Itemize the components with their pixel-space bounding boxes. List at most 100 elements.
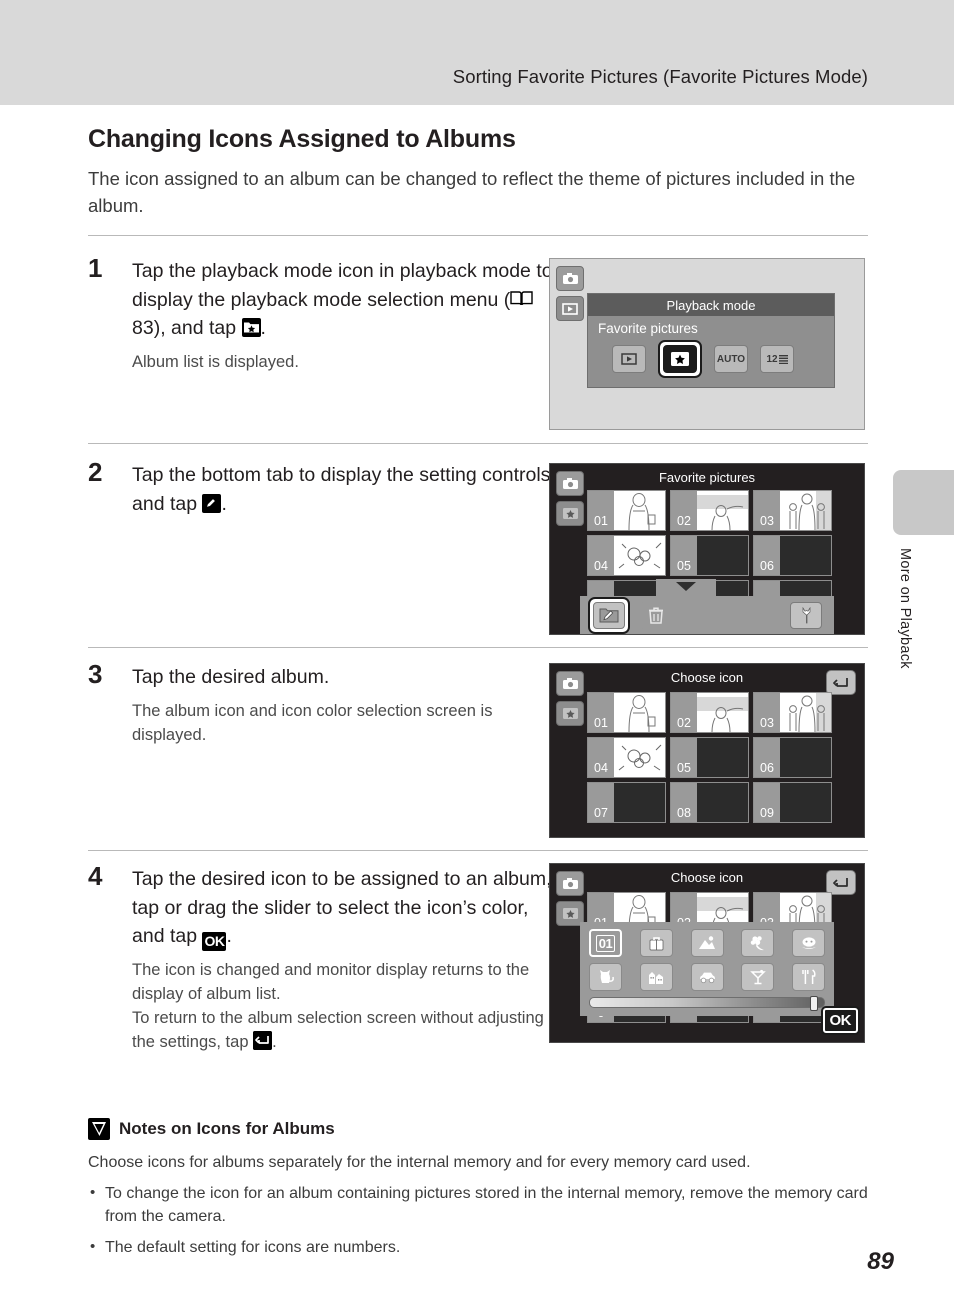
step-4-number: 4 [88, 861, 103, 891]
step-1-rail [556, 266, 584, 326]
landscape-icon[interactable] [690, 929, 724, 957]
album-number: 08 [671, 783, 697, 822]
notes-title: Notes on Icons for Albums [119, 1119, 335, 1138]
notes-heading: Notes on Icons for Albums [88, 1118, 878, 1140]
album-cell-07[interactable]: 07 [587, 782, 666, 823]
album-cell-06[interactable]: 06 [753, 535, 832, 576]
side-tab-label: More on Playback [897, 548, 913, 669]
suitcase-icon[interactable] [639, 929, 673, 957]
divider-top [88, 235, 868, 236]
album-thumbnail [697, 536, 748, 575]
album-number: 06 [754, 536, 780, 575]
step-1-text-c: . [260, 317, 266, 339]
ok-icon: OK [202, 932, 227, 951]
icon-palette-row-1: 01 [589, 929, 825, 957]
step-4-screen-title: Choose icon [670, 870, 744, 885]
edit-icon [202, 493, 222, 513]
album-cell-04[interactable]: 04 [587, 535, 666, 576]
album-thumbnail [780, 491, 831, 530]
cocktail-icon[interactable] [741, 963, 775, 991]
step-2-screen-title: Favorite pictures [658, 470, 756, 485]
album-row: 04 05 06 [587, 737, 856, 782]
step-2-setting-controls [580, 579, 834, 634]
notes-bullet: To change the icon for an album containi… [88, 1181, 878, 1228]
album-number: 04 [588, 738, 614, 777]
slider-handle[interactable] [810, 996, 818, 1011]
album-cell-03[interactable]: 03 [753, 490, 832, 531]
delete-icon[interactable] [640, 601, 672, 629]
step-1-page-ref: 83 [132, 317, 154, 339]
icon-color-slider-row [589, 996, 825, 1011]
album-cell-01[interactable]: 01 [587, 692, 666, 733]
step-2-screenshot: Favorite pictures 01 02 03 04 05 06 0 [549, 463, 865, 635]
album-thumbnail [697, 783, 748, 822]
step-3: 3 Tap the desired album. The album icon … [88, 659, 558, 747]
album-cell-03[interactable]: 03 [753, 692, 832, 733]
album-cell-01[interactable]: 01 [587, 490, 666, 531]
divider-step1-step2 [88, 443, 868, 444]
reference-book-icon [510, 290, 533, 309]
favorite-pictures-icon[interactable] [663, 345, 697, 373]
bottom-tab-handle[interactable] [656, 579, 716, 596]
play-icon[interactable] [612, 345, 646, 373]
portrait-face-icon[interactable] [792, 929, 825, 957]
album-cell-02[interactable]: 02 [670, 490, 749, 531]
step-3-note: The album icon and icon color selection … [132, 701, 493, 744]
album-number: 01 [588, 693, 614, 732]
number-01-icon[interactable]: 01 [589, 929, 622, 957]
album-cell-05[interactable]: 05 [670, 737, 749, 778]
settings-wrench-icon[interactable] [790, 601, 822, 629]
step-1-note: Album list is displayed. [132, 352, 299, 371]
album-cell-02[interactable]: 02 [670, 692, 749, 733]
album-thumbnail [780, 738, 831, 777]
album-cell-04[interactable]: 04 [587, 737, 666, 778]
album-cell-06[interactable]: 06 [753, 737, 832, 778]
step-4-note-text-end: . [272, 1033, 277, 1051]
buildings-icon[interactable] [639, 963, 673, 991]
icon-palette-row-2 [589, 963, 825, 991]
camera-icon[interactable] [556, 266, 584, 291]
step-3-screenshot: Choose icon 01 02 03 04 05 06 07 08 09 [549, 663, 865, 838]
list-by-date-icon[interactable]: 12 [760, 345, 794, 373]
step-4-note-line-2: To return to the album selection screen … [132, 1006, 558, 1054]
step-1-screenshot: Playback mode Favorite pictures AUTO 12 [549, 258, 865, 430]
play-icon[interactable] [556, 296, 584, 321]
auto-sort-icon[interactable]: AUTO [714, 345, 748, 373]
album-thumbnail [697, 491, 748, 530]
album-number: 01 [588, 491, 614, 530]
favorite-pictures-icon [241, 318, 261, 337]
divider-step3-step4 [88, 850, 868, 851]
step-4-note-text: To return to the album selection screen … [132, 1009, 544, 1051]
icon-palette-panel: 01 [580, 922, 834, 1016]
album-cell-09[interactable]: 09 [753, 782, 832, 823]
playback-mode-options: AUTO 12 [588, 338, 834, 387]
ok-button[interactable]: OK [822, 1008, 858, 1033]
favorite-star-icon[interactable] [556, 501, 584, 526]
intro-paragraph: The icon assigned to an album can be cha… [88, 168, 856, 216]
step-2-text-c: . [221, 492, 227, 515]
running-header-band [0, 0, 954, 105]
step-2-text-a: Tap the bottom tab to display the settin… [132, 464, 551, 515]
step-4-screenshot: Choose icon 01 02 03 0 0 [549, 863, 865, 1043]
flower-icon[interactable] [741, 929, 775, 957]
step-1-number: 1 [88, 253, 103, 283]
notes-section: Notes on Icons for Albums Choose icons f… [88, 1118, 878, 1259]
edit-icon[interactable] [593, 601, 625, 629]
cat-icon[interactable] [589, 963, 622, 991]
edit-selection-ring [588, 596, 630, 634]
favorite-star-icon[interactable] [556, 701, 584, 726]
album-row: 04 05 06 [587, 535, 856, 580]
car-icon[interactable] [690, 963, 724, 991]
icon-color-slider[interactable] [589, 996, 825, 1011]
notes-paragraph: Choose icons for albums separately for t… [88, 1154, 751, 1171]
step-3-number: 3 [88, 659, 103, 689]
list-by-date-label: 12 [766, 353, 778, 365]
divider-step2-step3 [88, 647, 868, 648]
album-cell-08[interactable]: 08 [670, 782, 749, 823]
album-cell-05[interactable]: 05 [670, 535, 749, 576]
step-3-instruction: Tap the desired album. [132, 666, 330, 688]
running-header-title: Sorting Favorite Pictures (Favorite Pict… [452, 66, 868, 87]
step-2: 2 Tap the bottom tab to display the sett… [88, 457, 558, 518]
dining-icon[interactable] [792, 963, 825, 991]
album-number: 04 [588, 536, 614, 575]
